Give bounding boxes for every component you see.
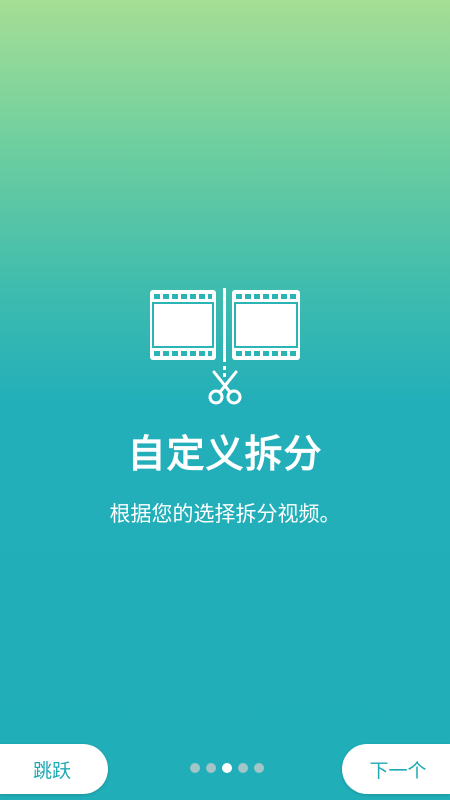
page-dot-3-active[interactable] [222, 763, 232, 773]
film-split-scissors-icon [150, 288, 300, 405]
film-strip-right-icon [232, 290, 300, 360]
page-dot-1[interactable] [190, 763, 200, 773]
next-button[interactable]: 下一个 [342, 744, 450, 794]
page-description: 根据您的选择拆分视频。 [109, 502, 341, 526]
page-indicator [190, 763, 264, 773]
page-title: 自定义拆分 [127, 432, 323, 476]
split-line [223, 288, 226, 362]
film-strip-left-icon [150, 290, 216, 360]
page-dot-4[interactable] [238, 763, 248, 773]
page-dot-5[interactable] [254, 763, 264, 773]
page-dot-2[interactable] [206, 763, 216, 773]
next-button-label: 下一个 [369, 759, 427, 782]
skip-button-label: 跳跃 [32, 759, 71, 782]
onboarding-screen: 自定义拆分 根据您的选择拆分视频。 跳跃 下一个 [0, 0, 450, 800]
skip-button[interactable]: 跳跃 [0, 744, 108, 794]
